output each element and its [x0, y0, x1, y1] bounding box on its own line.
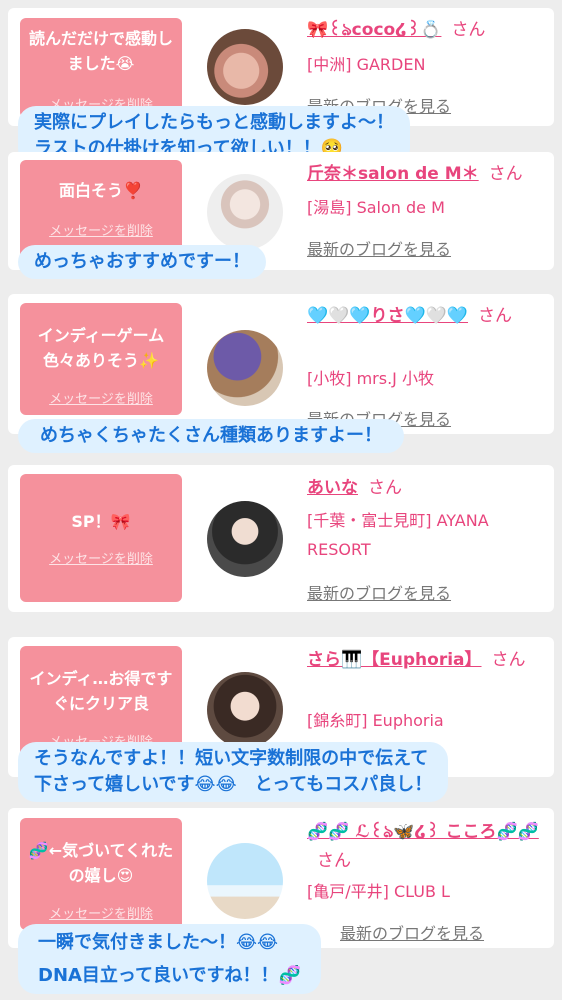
avatar[interactable] — [207, 29, 283, 105]
message-text: 読んだだけで感動しました😭 — [28, 29, 173, 73]
avatar[interactable] — [207, 330, 283, 406]
latest-blog-link[interactable]: 最新のブログを見る — [307, 580, 451, 604]
shop-name: [亀戸/平井] CLUB L — [307, 882, 450, 901]
latest-blog-link[interactable]: 最新のブログを見る — [307, 236, 451, 260]
delete-message-link[interactable]: メッセージを削除 — [20, 220, 182, 239]
received-message: 🧬←気づいてくれたの嬉し😍 メッセージを削除 — [20, 818, 182, 930]
sender-name[interactable]: 斤奈＊salon de M＊ さん — [307, 160, 539, 189]
avatar[interactable] — [207, 672, 283, 748]
message-text: SP！🎀 — [71, 512, 131, 531]
shop-name: [千葉・富士見町] AYANA RESORT — [307, 511, 489, 559]
message-text: 🧬←気づいてくれたの嬉し😍 — [28, 841, 174, 885]
avatar[interactable] — [207, 174, 283, 250]
sender-name[interactable]: さら🎹【Euphoria】 さん — [307, 646, 539, 675]
received-message: 読んだだけで感動しました😭 メッセージを削除 — [20, 18, 182, 118]
reply-bubble: めちゃくちゃたくさん種類ありますよー！ — [18, 419, 404, 453]
reply-bubble: そうなんですよ！！短い文字数制限の中で伝えて 下さって嬉しいです😂😂 とってもコ… — [18, 742, 449, 802]
reply-bubble: 一瞬で気付きました〜！😂😂 DNA目立って良いですね！！🧬 — [18, 924, 321, 994]
shop-name: [湯島] Salon de M — [307, 198, 445, 217]
shop-name: [小牧] mrs.J 小牧 — [307, 369, 434, 388]
message-text: インディ…お得ですぐにクリア良 — [29, 669, 173, 713]
reply-bubble: めっちゃおすすめですー！ — [18, 245, 266, 279]
sender-name[interactable]: あいな さん — [307, 474, 539, 503]
received-message: インディーゲーム色々ありそう✨ メッセージを削除 — [20, 303, 182, 415]
avatar[interactable] — [207, 501, 283, 577]
delete-message-link[interactable]: メッセージを削除 — [20, 548, 182, 567]
message-text: 面白そう❣️ — [59, 181, 143, 200]
avatar[interactable] — [207, 843, 283, 919]
shop-name: [中洲] GARDEN — [307, 55, 426, 74]
received-message: SP！🎀 メッセージを削除 — [20, 474, 182, 602]
sender-name[interactable]: 🩵🤍🩵りさ🩵🤍🩵 さん — [307, 302, 539, 331]
sender-name[interactable]: 🎀꒰ঌcoco໒꒱💍 さん — [307, 16, 539, 45]
message-text: インディーゲーム色々ありそう✨ — [37, 326, 165, 370]
sender-name[interactable]: 🧬🧬 ℒ꒰ঌ🦋໒꒱ こころ🧬🧬さん — [307, 818, 539, 876]
delete-message-link[interactable]: メッセージを削除 — [20, 388, 182, 407]
shop-name: [錦糸町] Euphoria — [307, 711, 444, 730]
latest-blog-link[interactable]: 最新のブログを見る — [340, 920, 484, 944]
delete-message-link[interactable]: メッセージを削除 — [20, 903, 182, 922]
